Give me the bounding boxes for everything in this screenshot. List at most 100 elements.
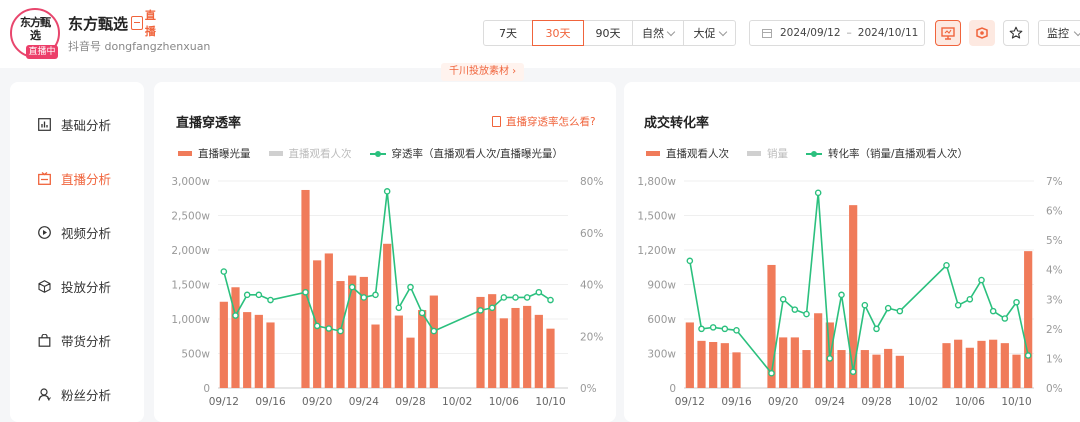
favorite-button[interactable] [1003, 20, 1029, 46]
rate-point [243, 291, 251, 299]
natural-dropdown[interactable]: 自然 [632, 20, 684, 46]
legend-swatch [178, 151, 192, 156]
y-tick-right: 40% [580, 280, 603, 292]
rate-point [978, 276, 985, 284]
rate-point [535, 288, 543, 296]
rate-point [803, 310, 810, 318]
y-tick-right: 20% [580, 331, 603, 343]
penetration-help-link[interactable]: 直播穿透率怎么看? [492, 114, 596, 129]
range-tab-90d[interactable]: 90天 [583, 20, 633, 46]
avatar-brand-text: 东方甄选 [20, 16, 51, 42]
sidebar-item-label: 投放分析 [61, 279, 112, 295]
legend-label: 销量 [767, 148, 788, 160]
rate-point [255, 291, 263, 299]
bar [383, 243, 392, 388]
help-link-label: 直播穿透率怎么看? [506, 116, 596, 128]
y-tick-left: 3,000w [171, 176, 210, 188]
sidebar-item-label: 直播分析 [61, 171, 112, 187]
rate-point [383, 188, 391, 195]
legend-item-views-disabled[interactable]: 直播观看人次 [268, 146, 352, 161]
panel-title: 成交转化率 [644, 116, 710, 131]
bar [709, 342, 718, 388]
y-tick-right: 2% [1046, 324, 1063, 336]
app-logo-icon [976, 27, 988, 39]
y-tick-right: 6% [1046, 206, 1063, 218]
sidebar-item-video[interactable]: 视频分析 [38, 222, 111, 242]
douyin-app-button[interactable] [969, 20, 995, 46]
rate-point [826, 355, 834, 362]
conversion-chart: 0 300w 600w 900w 1,200w 1,500w 1,800w 0% 1% 2% 3% 4… [637, 176, 1063, 408]
bar [790, 337, 799, 388]
legend-swatch [747, 151, 761, 156]
bar [546, 328, 555, 388]
rate-point [884, 304, 892, 312]
account-name: 东方甄选 [68, 15, 129, 33]
screen-button[interactable] [935, 20, 961, 46]
sidebar-item-basic[interactable]: 基础分析 [38, 114, 111, 134]
natural-dropdown-label: 自然 [642, 27, 664, 40]
legend-label: 直播观看人次 [666, 148, 729, 160]
rate-point [698, 325, 705, 333]
x-tick-label: 09/20 [302, 396, 332, 408]
book-icon [492, 116, 501, 127]
bar [942, 343, 951, 388]
sidebar-item-live[interactable]: 直播分析 [38, 168, 111, 188]
play-circle-icon [38, 225, 51, 239]
rate-point [768, 369, 775, 377]
chart-legend: 直播曝光量 直播观看人次 穿透率（直播观看人次/直播曝光量） [178, 146, 581, 161]
sidebar-item-ads[interactable]: 投放分析 [38, 276, 111, 296]
legend-label: 直播曝光量 [198, 148, 251, 160]
x-tick-label: 09/16 [255, 396, 286, 408]
legend-item-sales-disabled[interactable]: 销量 [747, 146, 788, 161]
date-range-picker[interactable]: 2024/09/12 – 2024/10/11 [749, 20, 925, 46]
date-end: 2024/10/11 [857, 27, 919, 39]
legend-label: 穿透率（直播观看人次/直播曝光量） [391, 148, 564, 160]
rate-point [418, 309, 426, 317]
live-badge[interactable]: 直播中 [26, 45, 58, 59]
rate-point [896, 307, 904, 315]
bar [802, 350, 811, 388]
bar [1000, 343, 1009, 388]
monitor-dropdown[interactable]: 监控 [1038, 20, 1080, 46]
chevron-down-icon [718, 27, 727, 36]
x-tick-label: 09/24 [815, 396, 846, 408]
rate-point [500, 294, 508, 301]
promo-dropdown[interactable]: 大促 [683, 20, 736, 46]
penetration-panel: 直播穿透率 直播穿透率怎么看? 直播曝光量 直播观看人次 穿透率（直播观看人次/… [154, 82, 616, 422]
sidebar-item-label: 视频分析 [61, 225, 112, 241]
bar [243, 312, 252, 388]
rate-point [232, 312, 239, 319]
bar [837, 350, 846, 388]
x-tick-label: 09/20 [768, 396, 798, 408]
legend-item-rate[interactable]: 穿透率（直播观看人次/直播曝光量） [369, 146, 564, 161]
rate-point [873, 325, 880, 333]
sidebar-item-fans[interactable]: 粉丝分析 [38, 384, 111, 404]
live-tv-icon [38, 171, 51, 185]
legend-item-views[interactable]: 直播观看人次 [646, 146, 729, 161]
legend-swatch [646, 151, 660, 156]
qianchuan-material-link[interactable]: 千川投放素材 › [441, 63, 525, 81]
bar [394, 315, 403, 388]
bar [1012, 354, 1021, 388]
x-tick-label: 10/10 [535, 396, 565, 408]
range-tab-7d[interactable]: 7天 [483, 20, 533, 46]
y-tick-right: 3% [1046, 294, 1063, 306]
legend-swatch [806, 150, 822, 157]
range-tab-30d[interactable]: 30天 [532, 20, 584, 46]
rate-point [360, 294, 368, 301]
legend-item-rate[interactable]: 转化率（销量/直播观看人次） [806, 146, 968, 161]
legend-label: 转化率（销量/直播观看人次） [828, 148, 969, 160]
rate-point [943, 261, 950, 269]
panel-title: 直播穿透率 [176, 116, 242, 131]
bar [511, 307, 520, 388]
y-tick-left: 1,500w [171, 280, 210, 292]
rate-point [395, 304, 403, 312]
sidebar-item-label: 带货分析 [61, 333, 112, 349]
y-tick-right: 7% [1046, 176, 1063, 188]
sidebar-item-goods[interactable]: 带货分析 [38, 330, 111, 350]
rate-point [838, 291, 845, 299]
chart-legend: 直播观看人次 销量 转化率（销量/直播观看人次） [646, 146, 986, 161]
rate-point [861, 301, 869, 309]
legend-item-exposure[interactable]: 直播曝光量 [178, 146, 251, 161]
y-tick-right: 5% [1046, 235, 1063, 247]
